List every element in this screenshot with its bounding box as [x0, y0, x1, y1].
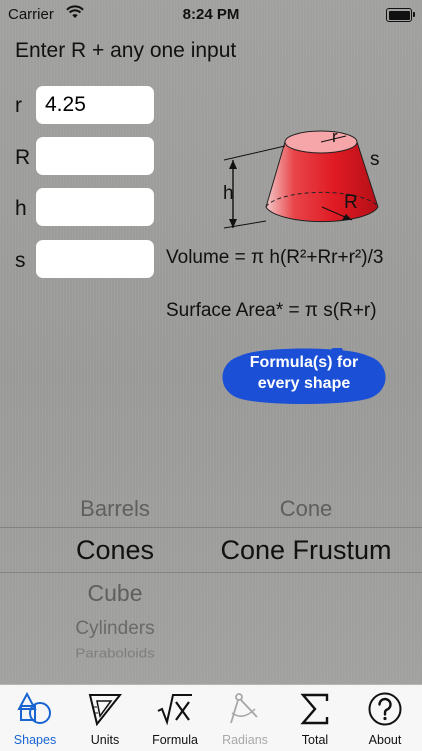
tab-bar: Shapes Units Formula Radians Total About [0, 684, 422, 751]
diagram-label-s: s [370, 149, 380, 170]
label-h: h [15, 197, 27, 220]
big-r-input[interactable] [36, 137, 154, 175]
volume-formula: Volume = π h(R²+Rr+r²)/3 [166, 247, 384, 268]
tab-units[interactable]: Units [70, 685, 140, 751]
s-input[interactable] [36, 240, 154, 278]
label-r: r [15, 94, 22, 117]
status-time: 8:24 PM [182, 6, 240, 23]
picker-divider-top [0, 527, 422, 528]
question-mark-icon [368, 692, 402, 726]
picker-category-item[interactable]: Paraboloids [0, 646, 230, 660]
bubble-line-2: every shape [257, 375, 351, 392]
tab-label-units: Units [90, 733, 120, 747]
h-input[interactable] [36, 188, 154, 226]
tab-total[interactable]: Total [280, 685, 350, 751]
tab-radians[interactable]: Radians [210, 685, 280, 751]
surface-area-formula: Surface Area* = π s(R+r) [166, 300, 377, 321]
bubble-line-1: Formula(s) for [249, 354, 359, 371]
shapes-icon [17, 691, 51, 724]
tab-shapes[interactable]: Shapes [0, 685, 70, 751]
diagram-label-big-r: R [344, 192, 358, 213]
tab-label-formula: Formula [152, 733, 198, 747]
tab-label-shapes: Shapes [13, 733, 57, 747]
compass-icon [230, 693, 258, 724]
sigma-icon [300, 693, 329, 725]
picker-category-item[interactable]: Cylinders [0, 618, 230, 640]
tab-label-radians: Radians [222, 733, 268, 747]
picker-shape-item[interactable]: Cone [194, 496, 418, 522]
tab-about[interactable]: About [350, 685, 420, 751]
picker-category-item[interactable]: Cube [0, 580, 230, 607]
set-square-icon [88, 694, 123, 727]
status-bar: Carrier 8:24 PM [0, 0, 422, 30]
tab-label-total: Total [301, 733, 329, 747]
r-input[interactable] [36, 86, 154, 124]
formula-bubble-text[interactable]: Formula(s) for every shape [220, 352, 388, 394]
tab-formula[interactable]: Formula [140, 685, 210, 751]
cone-frustum-diagram: r R h s [223, 127, 380, 229]
picker-divider-bottom [0, 572, 422, 573]
instruction-text: Enter R + any one input [15, 39, 237, 62]
label-big-r: R [15, 146, 31, 169]
picker-shape-selected[interactable]: Cone Frustum [194, 535, 418, 566]
label-s: s [15, 249, 26, 272]
diagram-label-h: h [223, 183, 234, 204]
tab-label-about: About [368, 733, 402, 747]
square-root-icon [157, 694, 192, 726]
battery-icon [386, 8, 415, 22]
diagram-label-r: r [332, 127, 338, 146]
